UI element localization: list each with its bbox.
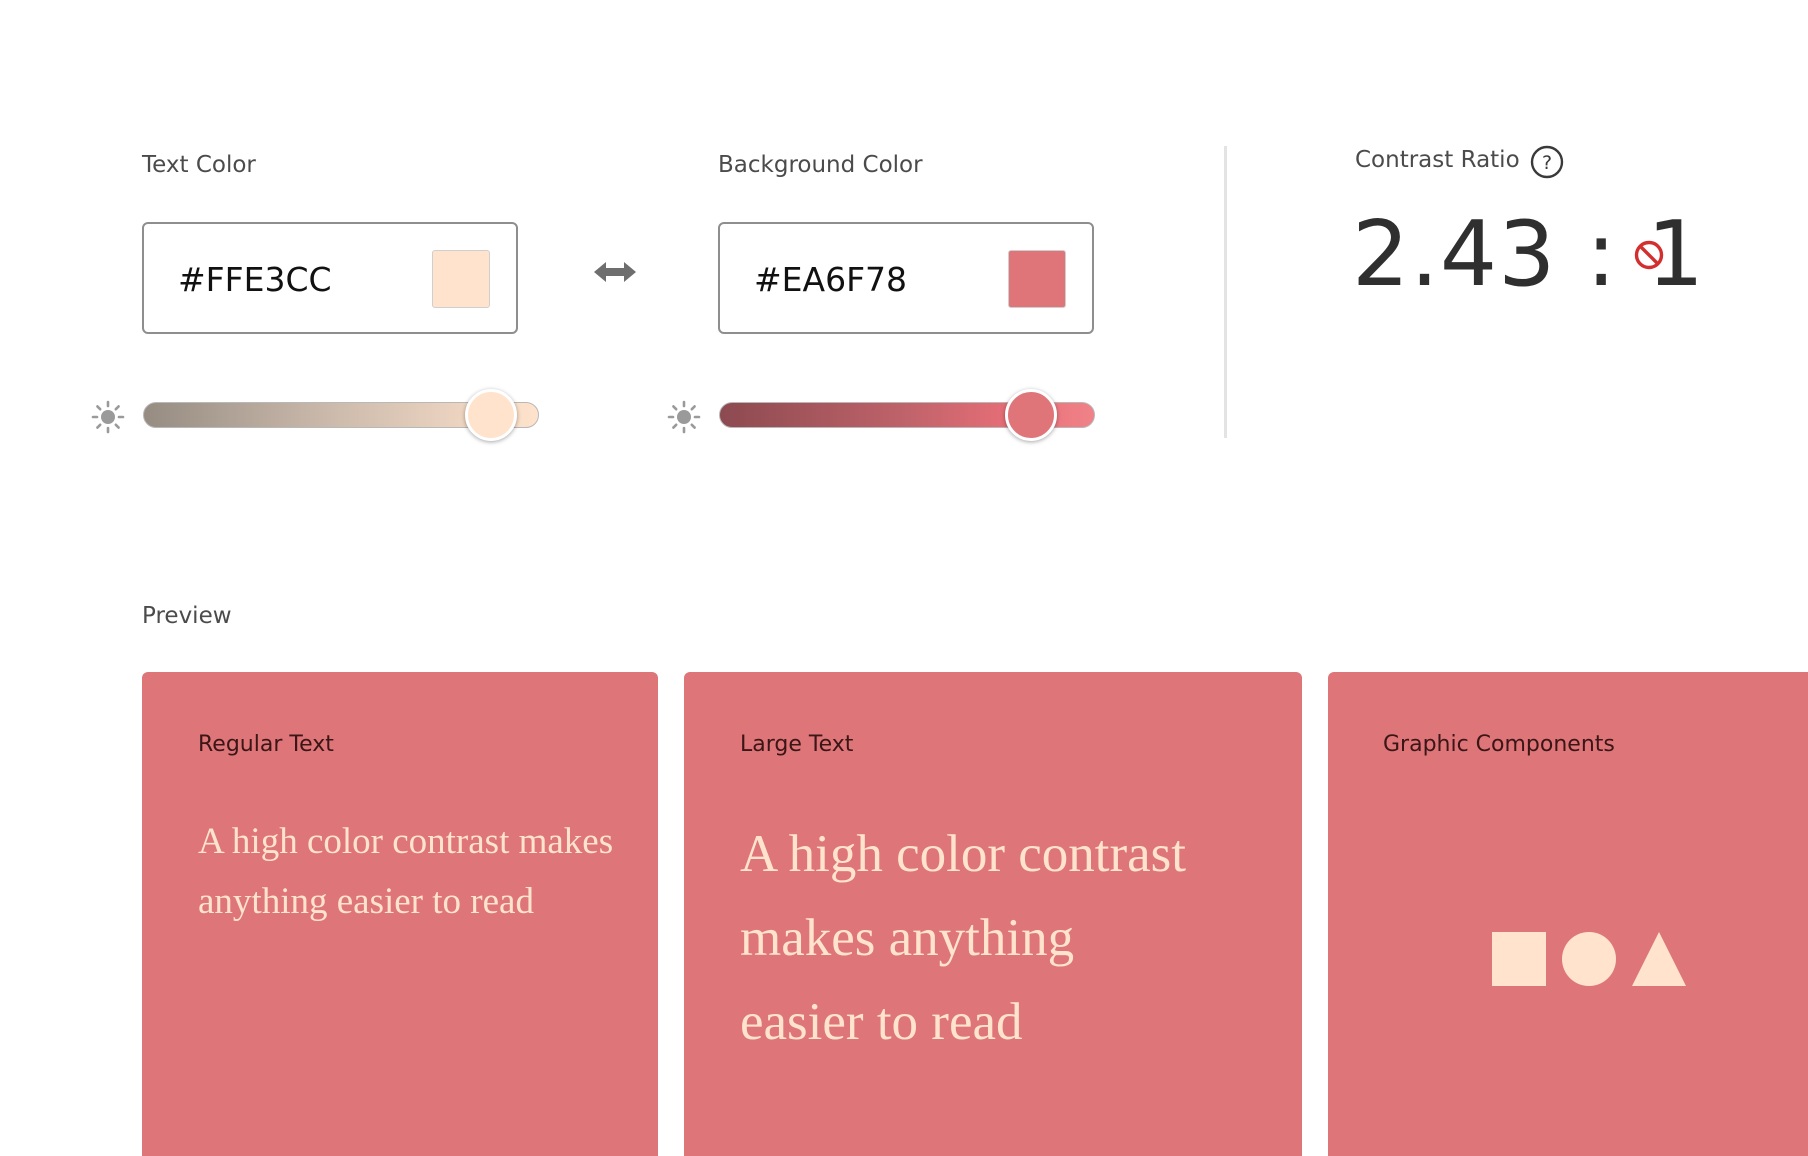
circle-shape	[1562, 932, 1616, 986]
graphic-shapes	[1492, 932, 1686, 986]
background-color-input[interactable]	[754, 254, 984, 304]
regular-text-sample: A high color contrast makes anything eas…	[198, 821, 614, 922]
regular-text-card: Regular Text A high color contrast makes…	[142, 672, 658, 1156]
triangle-shape	[1632, 932, 1686, 986]
contrast-ratio-label: Contrast Ratio	[1355, 147, 1520, 173]
help-icon[interactable]: ?	[1530, 145, 1564, 179]
sun-icon	[667, 400, 701, 434]
text-brightness-slider-thumb[interactable]	[465, 389, 518, 441]
large-text-card: Large Text A high color contrast makes a…	[684, 672, 1302, 1156]
sun-icon	[91, 400, 125, 434]
text-color-swatch[interactable]	[432, 250, 490, 308]
background-color-field[interactable]	[718, 222, 1094, 334]
text-color-label: Text Color	[142, 152, 256, 178]
text-color-input[interactable]	[178, 254, 408, 304]
svg-text:?: ?	[1542, 152, 1552, 174]
background-color-label: Background Color	[718, 152, 923, 178]
background-color-swatch[interactable]	[1008, 250, 1066, 308]
card-title: Regular Text	[198, 732, 334, 757]
large-text-sample: A high color contrast makes anything eas…	[740, 825, 1186, 1051]
card-title: Graphic Components	[1383, 732, 1615, 757]
card-title: Large Text	[740, 732, 854, 757]
fail-icon	[1634, 240, 1664, 270]
swap-horizontal-icon[interactable]	[592, 254, 638, 290]
preview-label: Preview	[142, 603, 232, 629]
graphic-components-card: Graphic Components	[1328, 672, 1808, 1156]
square-shape	[1492, 932, 1546, 986]
section-divider	[1224, 146, 1227, 438]
text-color-field[interactable]	[142, 222, 518, 334]
background-brightness-slider-thumb[interactable]	[1005, 389, 1058, 441]
